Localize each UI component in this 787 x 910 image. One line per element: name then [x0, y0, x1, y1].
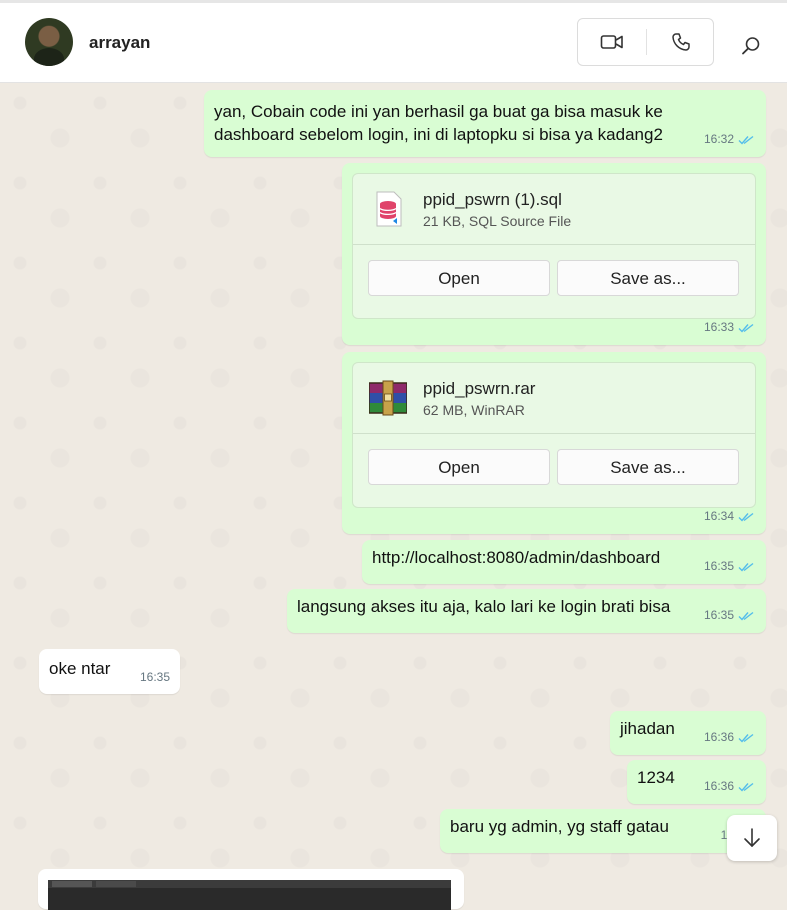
file-info: 21 KB, SQL Source File — [423, 213, 572, 229]
double-check-icon — [738, 611, 754, 621]
double-check-icon — [738, 323, 754, 333]
sql-file-icon — [376, 191, 402, 227]
outgoing-message[interactable]: langsung akses itu aja, kalo lari ke log… — [287, 589, 766, 633]
outgoing-file-message[interactable]: ppid_pswrn (1).sql 21 KB, SQL Source Fil… — [342, 163, 766, 345]
chat-area[interactable]: yan, Cobain code ini yan berhasil ga bua… — [0, 83, 787, 890]
message-time: 16:35 — [703, 559, 734, 573]
message-time: 16:35 — [703, 608, 734, 622]
file-info: 62 MB, WinRAR — [423, 402, 525, 418]
message-time: 16:32 — [703, 132, 734, 146]
arrow-down-icon — [744, 828, 760, 847]
open-file-button[interactable]: Open — [368, 449, 550, 485]
file-card-divider — [353, 244, 755, 245]
save-as-button[interactable]: Save as... — [557, 449, 739, 485]
double-check-icon — [738, 512, 754, 522]
video-call-button[interactable] — [578, 19, 646, 65]
file-name: ppid_pswrn (1).sql — [423, 190, 562, 209]
message-text: 1234 — [637, 768, 675, 787]
outgoing-message[interactable]: 1234 16:36 — [627, 760, 766, 804]
search-button[interactable] — [736, 31, 766, 61]
save-as-button[interactable]: Save as... — [557, 260, 739, 296]
call-buttons-group — [577, 18, 714, 66]
message-text: langsung akses itu aja, kalo lari ke log… — [297, 597, 671, 616]
double-check-icon — [738, 135, 754, 145]
incoming-image-message[interactable] — [38, 869, 464, 910]
message-text-line: dashboard sebelom login, ini di laptopku… — [214, 125, 663, 144]
message-time: 16:35 — [139, 670, 170, 684]
double-check-icon — [738, 733, 754, 743]
message-meta: 16:34 — [704, 505, 754, 528]
open-file-button[interactable]: Open — [368, 260, 550, 296]
file-attachment-card: ppid_pswrn.rar 62 MB, WinRAR Open Save a… — [352, 362, 756, 508]
outgoing-message[interactable]: jihadan 16:36 — [610, 711, 766, 755]
video-camera-icon — [600, 35, 623, 49]
incoming-message[interactable]: oke ntar 16:35 — [39, 649, 180, 694]
voice-call-button[interactable] — [647, 19, 715, 65]
outgoing-file-message[interactable]: ppid_pswrn.rar 62 MB, WinRAR Open Save a… — [342, 352, 766, 534]
message-meta: 16:32 — [704, 128, 754, 151]
chat-header: arrayan — [0, 3, 787, 83]
message-text-line: yan, Cobain code ini yan berhasil ga bua… — [214, 102, 663, 121]
outgoing-message[interactable]: http://localhost:8080/admin/dashboard 16… — [362, 540, 766, 584]
winrar-archive-icon — [369, 380, 407, 416]
message-meta: 16:33 — [704, 316, 754, 339]
contact-avatar[interactable] — [25, 18, 73, 66]
file-attachment-card: ppid_pswrn (1).sql 21 KB, SQL Source Fil… — [352, 173, 756, 319]
message-meta: 16:36 — [704, 775, 754, 798]
message-meta: 16:35 — [704, 604, 754, 627]
double-check-icon — [738, 562, 754, 572]
message-meta: 16:35 — [140, 666, 170, 689]
search-icon — [742, 37, 760, 55]
message-time: 16:36 — [703, 730, 734, 744]
outgoing-message[interactable]: baru yg admin, yg staff gatau 16:3 — [440, 809, 766, 853]
screenshot-thumbnail[interactable] — [48, 880, 451, 910]
message-meta: 16:36 — [704, 726, 754, 749]
outgoing-message[interactable]: yan, Cobain code ini yan berhasil ga bua… — [204, 90, 766, 157]
phone-icon — [672, 33, 690, 51]
message-text: oke ntar — [49, 659, 111, 678]
scroll-to-bottom-button[interactable] — [727, 815, 777, 861]
file-card-divider — [353, 433, 755, 434]
message-meta: 16:35 — [704, 555, 754, 578]
message-time: 16:36 — [703, 779, 734, 793]
contact-name[interactable]: arrayan — [89, 33, 150, 53]
double-check-icon — [738, 782, 754, 792]
file-name: ppid_pswrn.rar — [423, 379, 536, 398]
message-text[interactable]: http://localhost:8080/admin/dashboard — [372, 546, 660, 569]
message-time: 16:34 — [703, 509, 734, 523]
message-text: jihadan — [620, 719, 675, 738]
message-time: 16:33 — [703, 320, 734, 334]
message-text: baru yg admin, yg staff gatau — [450, 817, 669, 836]
